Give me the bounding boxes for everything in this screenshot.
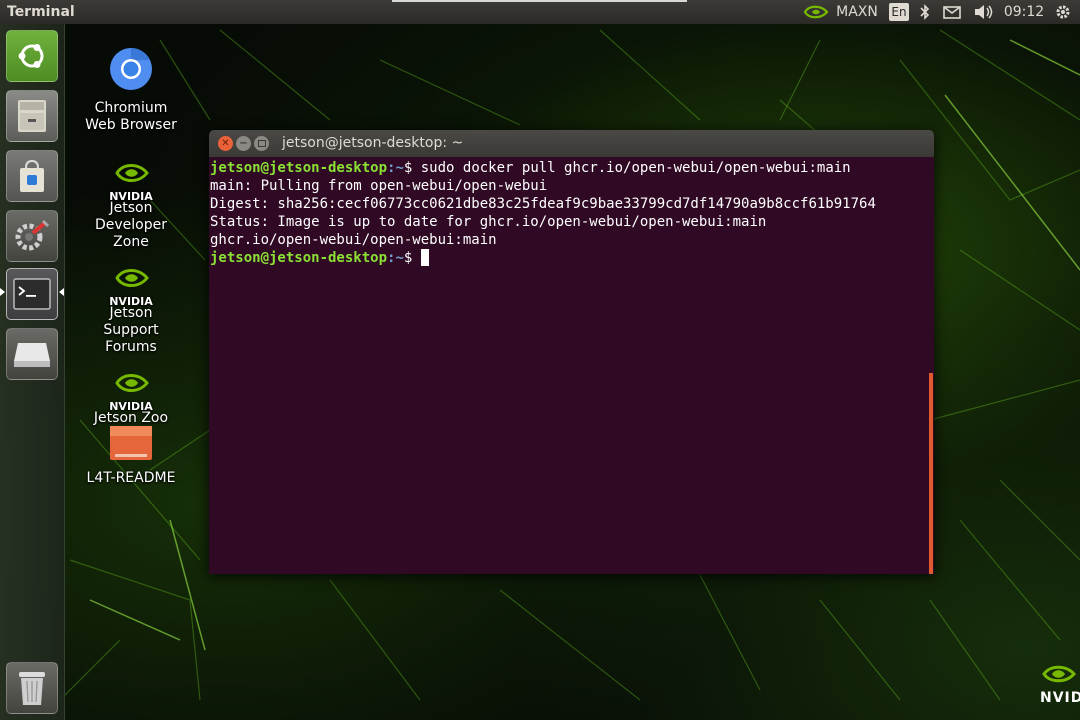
nvidia-logo-icon: NVIDIA xyxy=(107,265,155,308)
trash-icon xyxy=(19,672,45,705)
chromium-label: Chromium Web Browser xyxy=(85,100,177,133)
nvidia-wordmark: NVIDIA xyxy=(109,400,153,413)
prompt-user: jetson@jetson-desktop xyxy=(210,250,388,266)
nvidia-logo-icon: NVIDIA xyxy=(107,370,155,413)
file-cabinet-icon xyxy=(18,100,46,132)
chromium-icon xyxy=(81,46,181,97)
top-panel: Terminal MAXN En 09:12 xyxy=(0,0,1080,24)
maximize-button[interactable] xyxy=(254,136,269,151)
terminal-icon xyxy=(13,278,51,310)
terminal-line: Status: Image is up to date for ghcr.io/… xyxy=(210,214,767,230)
launcher-files-button[interactable] xyxy=(6,90,58,142)
launcher-software-button[interactable] xyxy=(6,150,58,202)
desktop-icon-chromium[interactable]: Chromium Web Browser xyxy=(81,46,181,134)
readme-label: L4T-README xyxy=(86,470,176,486)
launcher-drive-button[interactable] xyxy=(6,328,58,380)
window-title: jetson@jetson-desktop: ~ xyxy=(282,135,464,151)
nvidia-icon[interactable] xyxy=(802,0,830,24)
terminal-line: jetson@jetson-desktop:~$ sudo docker pul… xyxy=(210,159,934,177)
close-button[interactable]: ✕ xyxy=(218,136,233,151)
terminal-prompt-line[interactable]: jetson@jetson-desktop:~$ xyxy=(210,249,934,267)
panel-center-indicator xyxy=(392,0,687,2)
clock[interactable]: 09:12 xyxy=(1004,0,1044,24)
prompt-path: :~ xyxy=(387,250,404,266)
launcher-active-indicator xyxy=(0,288,5,296)
ubuntu-logo-icon xyxy=(18,44,44,68)
settings-wrench-icon xyxy=(15,219,50,251)
panel-app-title: Terminal xyxy=(7,4,75,20)
minimize-button[interactable]: − xyxy=(236,136,251,151)
desktop-icon-zoo[interactable]: NVIDIA Jetson Zoo xyxy=(81,370,181,427)
prompt-path: :~ xyxy=(387,160,404,176)
terminal-output[interactable]: jetson@jetson-desktop:~$ sudo docker pul… xyxy=(209,157,934,574)
nvidia-corner-text: NVID xyxy=(1040,690,1080,706)
launcher-trash-button[interactable] xyxy=(6,662,58,714)
wallpaper-nvidia-logo: NVID xyxy=(1040,662,1080,712)
bluetooth-icon[interactable] xyxy=(916,0,934,24)
minimize-icon: − xyxy=(239,138,248,149)
desktop-icon-forums[interactable]: NVIDIA Jetson Support Forums xyxy=(81,265,181,356)
prompt-symbol: $ xyxy=(403,250,413,266)
close-icon: ✕ xyxy=(221,138,230,149)
desktop-icon-readme[interactable]: L4T-README xyxy=(81,424,181,487)
forums-label: Jetson Support Forums xyxy=(103,305,159,355)
terminal-window[interactable]: ✕ − jetson@jetson-desktop: ~ jetson@jets… xyxy=(209,130,934,574)
nvidia-wordmark: NVIDIA xyxy=(109,295,153,308)
devzone-label: Jetson Developer Zone xyxy=(94,200,167,250)
settings-gear-icon[interactable] xyxy=(1052,0,1074,24)
launcher xyxy=(0,24,65,720)
launcher-terminal-button[interactable] xyxy=(6,268,58,320)
launcher-dash-button[interactable] xyxy=(6,30,58,82)
terminal-command: sudo docker pull ghcr.io/open-webui/open… xyxy=(412,160,851,176)
terminal-line: Digest: sha256:cecf06773cc0621dbe83c25fd… xyxy=(210,196,876,212)
power-mode-indicator[interactable]: MAXN xyxy=(834,0,880,24)
shopping-bag-icon xyxy=(20,159,44,192)
drive-icon xyxy=(14,343,50,367)
keyboard-layout-indicator[interactable]: En xyxy=(889,3,909,21)
terminal-line: main: Pulling from open-webui/open-webui xyxy=(210,178,548,194)
terminal-titlebar[interactable]: ✕ − jetson@jetson-desktop: ~ xyxy=(209,130,934,157)
launcher-focus-indicator xyxy=(59,288,64,296)
maximize-icon xyxy=(257,140,266,147)
nvidia-wordmark: NVIDIA xyxy=(109,190,153,203)
prompt-user: jetson@jetson-desktop xyxy=(210,160,388,176)
mail-icon[interactable] xyxy=(941,0,963,24)
terminal-scrollbar[interactable] xyxy=(929,373,933,574)
text-cursor xyxy=(420,249,429,266)
drive-folder-icon xyxy=(81,424,181,467)
launcher-settings-button[interactable] xyxy=(6,210,58,262)
volume-icon[interactable] xyxy=(972,0,996,24)
nvidia-logo-icon: NVIDIA xyxy=(107,160,155,203)
terminal-line: ghcr.io/open-webui/open-webui:main xyxy=(210,232,497,248)
desktop-icon-devzone[interactable]: NVIDIA Jetson Developer Zone xyxy=(81,160,181,251)
